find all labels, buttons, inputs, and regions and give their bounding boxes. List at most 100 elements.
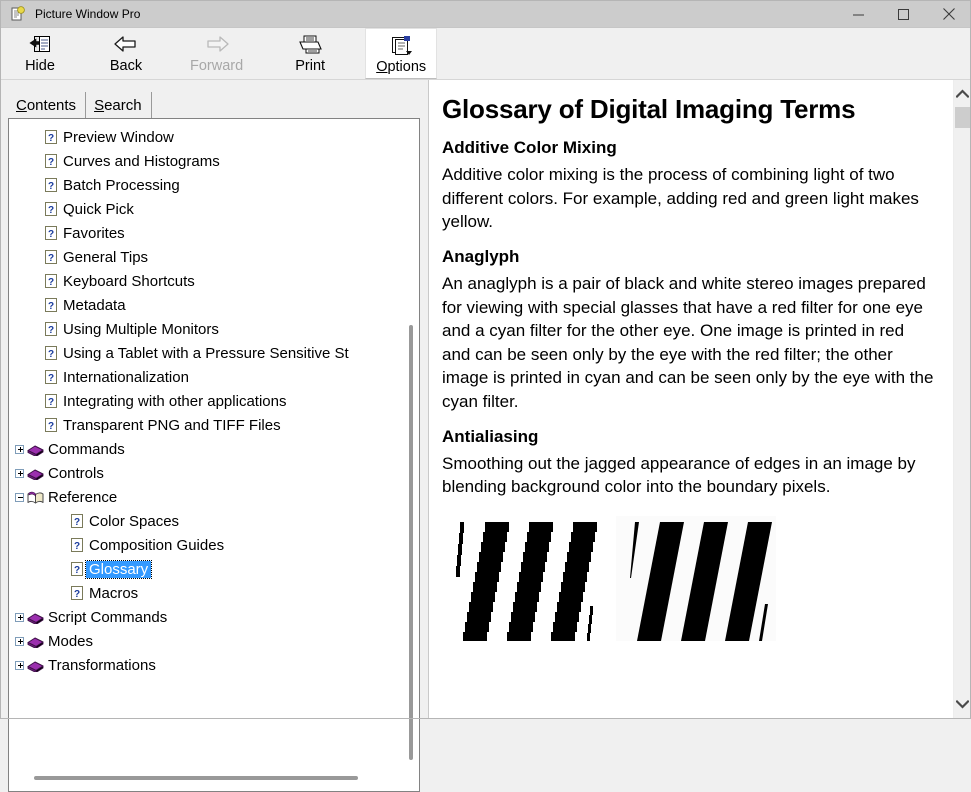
tree-item-quick-pick[interactable]: ? Quick Pick (11, 197, 391, 221)
contents-tree[interactable]: ? Preview Window? Curves and Histograms? Ba… (11, 121, 391, 677)
tree-item-preview-window[interactable]: ? Preview Window (11, 125, 391, 149)
tree-item-composition-guides[interactable]: ? Composition Guides (11, 533, 391, 557)
tree-item-macros[interactable]: ? Macros (11, 581, 391, 605)
tree-item-label: Metadata (63, 296, 126, 314)
tree-item-label: Composition Guides (89, 536, 225, 554)
svg-text:?: ? (48, 301, 54, 312)
tree-expander-spacer (29, 245, 45, 269)
tree-item-batch-processing[interactable]: ? Batch Processing (11, 173, 391, 197)
help-page-icon: ? (71, 513, 85, 529)
scroll-down-arrow-icon[interactable] (954, 695, 971, 713)
forward-arrow-icon (204, 32, 230, 56)
tree-item-transformations[interactable]: Transformations (11, 653, 391, 677)
back-button[interactable]: Back (94, 28, 158, 79)
navigation-pane: Contents Search ? Preview Window ? Curves a… (0, 80, 428, 792)
scroll-up-arrow-icon[interactable] (954, 84, 971, 102)
tab-contents[interactable]: Contents (8, 92, 86, 118)
tree-item-label: Script Commands (48, 608, 168, 626)
glossary-term-0: Additive Color Mixing (442, 138, 617, 157)
help-page-icon: ? (45, 153, 59, 169)
window-title: Picture Window Pro (35, 6, 141, 21)
tree-expander-spacer (29, 269, 45, 293)
tree-item-label: Reference (48, 488, 118, 506)
document-vertical-scrollbar[interactable] (953, 80, 971, 719)
tab-search[interactable]: Search (85, 92, 152, 118)
tree-item-integrating-with-other-applications[interactable]: ? Integrating with other applications (11, 389, 391, 413)
expand-plus-icon[interactable] (11, 653, 27, 677)
tree-item-label: Batch Processing (63, 176, 180, 194)
tree-item-color-spaces[interactable]: ? Color Spaces (11, 509, 391, 533)
expand-plus-icon[interactable] (11, 629, 27, 653)
contents-tree-viewport: ? Preview Window? Curves and Histograms? Ba… (11, 121, 419, 791)
glossary-definition-2: Smoothing out the jagged appearance of e… (442, 453, 916, 497)
tree-item-internationalization[interactable]: ? Internationalization (11, 365, 391, 389)
glossary-term-2: Antialiasing (442, 426, 539, 446)
back-button-label: Back (109, 58, 143, 74)
tree-item-favorites[interactable]: ? Favorites (11, 221, 391, 245)
tree-horizontal-scrollbar[interactable] (27, 774, 409, 783)
tab-search-label: Search (94, 96, 142, 114)
tree-item-label: Preview Window (63, 128, 174, 146)
tree-item-label: Integrating with other applications (63, 392, 287, 410)
svg-text:?: ? (48, 157, 54, 168)
tree-item-label: Internationalization (63, 368, 189, 386)
close-icon[interactable] (926, 0, 971, 28)
tree-horizontal-scrollbar-thumb[interactable] (34, 776, 358, 780)
svg-text:?: ? (48, 421, 54, 432)
tree-expander-spacer (29, 389, 45, 413)
document-content: Glossary of Digital Imaging Terms Additi… (429, 80, 954, 719)
tree-item-general-tips[interactable]: ? General Tips (11, 245, 391, 269)
help-page-icon: ? (45, 297, 59, 313)
tree-item-label: Quick Pick (63, 200, 134, 218)
tree-item-controls[interactable]: Controls (11, 461, 391, 485)
tree-item-reference[interactable]: Reference (11, 485, 391, 509)
tree-item-metadata[interactable]: ? Metadata (11, 293, 391, 317)
tree-item-script-commands[interactable]: Script Commands (11, 605, 391, 629)
maximize-icon[interactable] (881, 0, 926, 28)
tree-item-label: Modes (48, 632, 94, 650)
help-page-icon: ? (45, 369, 59, 385)
hide-button[interactable]: Hide (8, 28, 72, 79)
help-page-icon: ? (45, 417, 59, 433)
expand-plus-icon[interactable] (11, 437, 27, 461)
tree-expander-spacer (55, 557, 71, 581)
tree-item-glossary[interactable]: ? Glossary (11, 557, 391, 581)
help-page-icon: ? (71, 561, 85, 577)
expand-plus-icon[interactable] (11, 605, 27, 629)
tree-item-curves-and-histograms[interactable]: ? Curves and Histograms (11, 149, 391, 173)
expand-plus-icon[interactable] (11, 461, 27, 485)
tree-item-label: Transformations (48, 656, 156, 674)
tree-expander-spacer (55, 581, 71, 605)
tree-expander-spacer (55, 533, 71, 557)
contents-tree-box: ? Preview Window? Curves and Histograms? Ba… (8, 118, 420, 792)
help-page-icon: ? (45, 201, 59, 217)
options-button[interactable]: Options (365, 28, 438, 79)
document-scrollbar-thumb[interactable] (955, 107, 971, 128)
minimize-icon[interactable] (836, 0, 881, 28)
tree-item-commands[interactable]: Commands (11, 437, 391, 461)
forward-button[interactable]: Forward (180, 28, 253, 79)
tree-expander-spacer (29, 293, 45, 317)
back-arrow-icon (113, 32, 139, 56)
help-page-icon: ? (45, 249, 59, 265)
svg-text:?: ? (48, 253, 54, 264)
tree-item-label: Glossary (84, 559, 153, 579)
svg-text:?: ? (48, 133, 54, 144)
tree-expander-spacer (29, 173, 45, 197)
tree-item-modes[interactable]: Modes (11, 629, 391, 653)
tree-expander-spacer (29, 197, 45, 221)
window-controls (836, 0, 971, 28)
tree-item-label: Color Spaces (89, 512, 180, 530)
svg-text:?: ? (74, 517, 80, 528)
collapse-minus-icon[interactable] (11, 485, 27, 509)
tree-vertical-scrollbar-thumb[interactable] (409, 325, 413, 760)
print-button[interactable]: Print (278, 28, 342, 79)
tree-vertical-scrollbar[interactable] (407, 123, 416, 787)
tree-item-transparent-png-and-tiff-files[interactable]: ? Transparent PNG and TIFF Files (11, 413, 391, 437)
open-book-icon (27, 491, 44, 504)
hide-pane-icon (29, 32, 51, 56)
tree-item-using-multiple-monitors[interactable]: ? Using Multiple Monitors (11, 317, 391, 341)
tree-item-keyboard-shortcuts[interactable]: ? Keyboard Shortcuts (11, 269, 391, 293)
tab-contents-label: Contents (16, 96, 77, 114)
tree-item-using-a-tablet-with-a-pressure-sensitive-st[interactable]: ? Using a Tablet with a Pressure Sensitiv… (11, 341, 391, 365)
